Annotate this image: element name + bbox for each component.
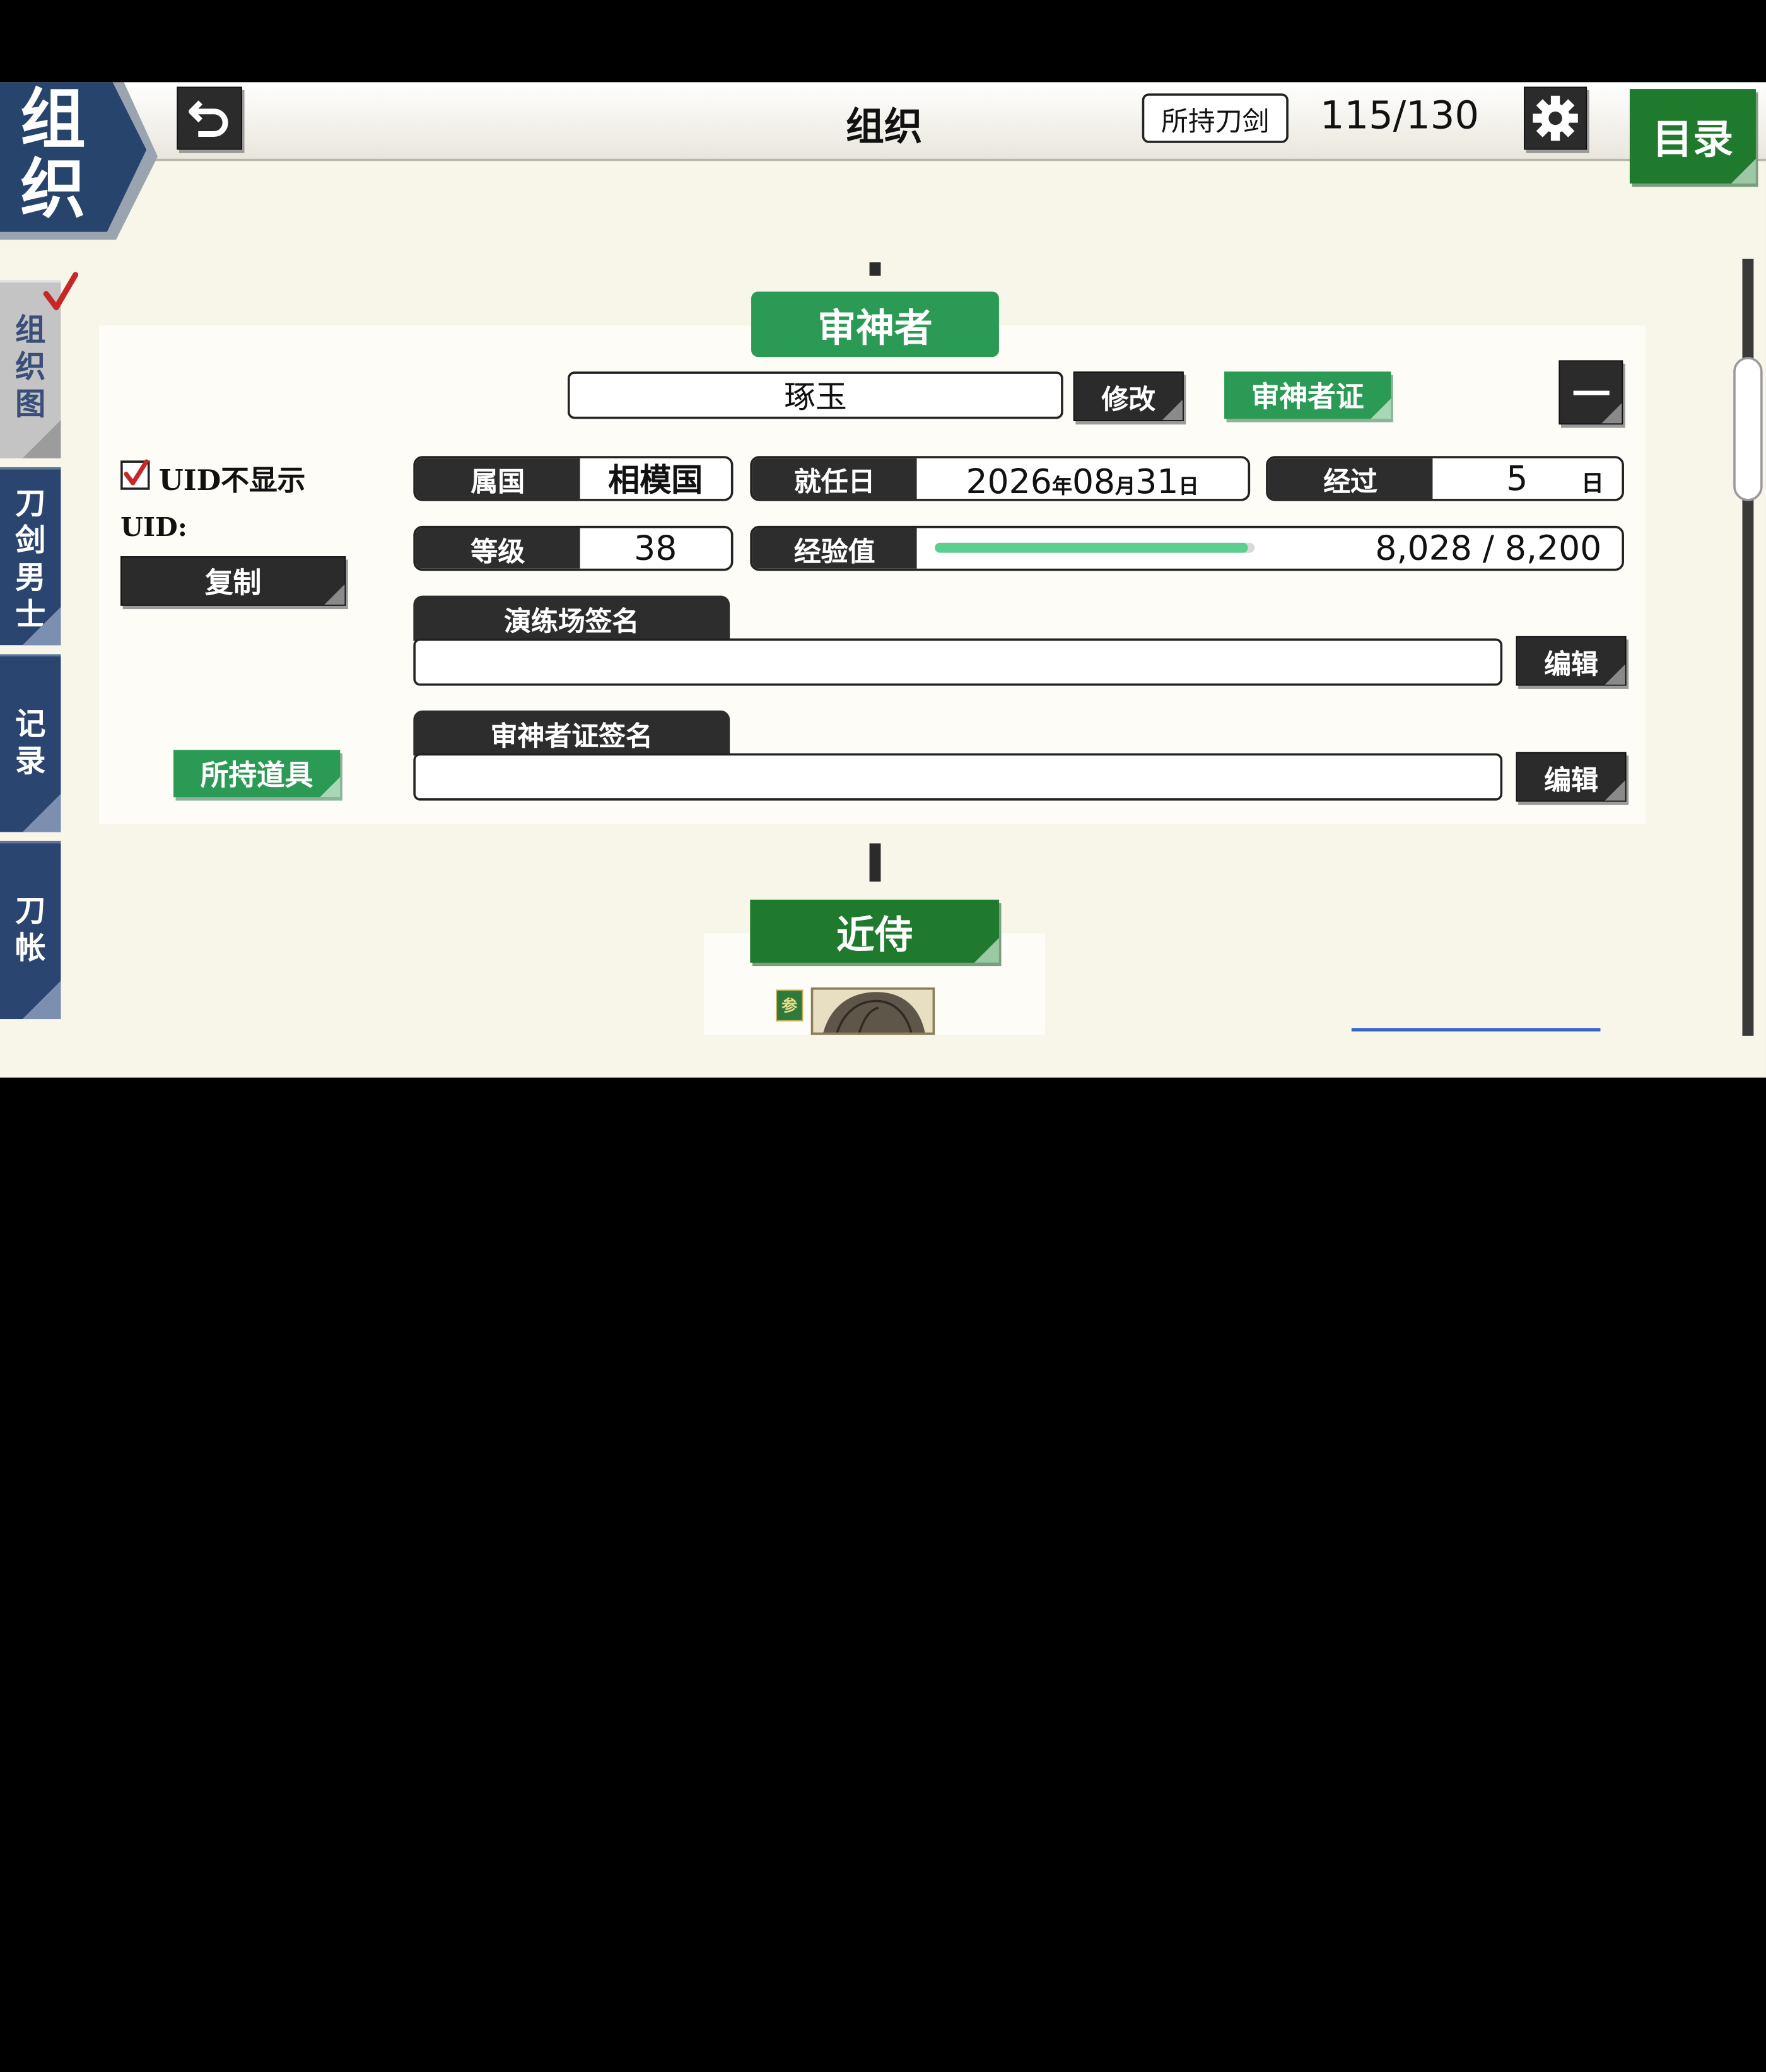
gear-icon	[1533, 95, 1578, 141]
province-field: 属国 相模国	[413, 456, 734, 501]
saniwa-card-button[interactable]: 审神者证	[1224, 371, 1391, 419]
training-signature-field	[413, 638, 1503, 686]
level-key: 等级	[415, 528, 580, 569]
appointed-month: 08	[1072, 462, 1116, 501]
uid-hide-label: UID不显示	[158, 463, 306, 497]
sidebar-item-records[interactable]: 记录	[0, 654, 61, 832]
elapsed-unit: 日	[1581, 469, 1604, 497]
appointed-day: 31	[1135, 462, 1179, 501]
level-value: 38	[634, 528, 677, 568]
uid-label: UID:	[120, 512, 187, 543]
level-field: 等级 38	[413, 525, 734, 571]
edit-card-signature-button[interactable]: 编辑	[1516, 752, 1627, 802]
owned-swords-badge: 所持刀剑	[1142, 93, 1289, 143]
connector-dot	[869, 262, 881, 276]
copy-uid-button[interactable]: 复制	[120, 556, 346, 606]
appointed-month-unit: 月	[1115, 475, 1136, 499]
checkmark-icon	[43, 272, 79, 310]
saniwa-name-field: 琢玉	[567, 371, 1063, 419]
scroll-thumb[interactable]	[1733, 357, 1763, 501]
connector-bar	[869, 843, 881, 882]
appointed-date-field: 就任日 2026 年 08 月 31 日	[750, 456, 1251, 501]
province-key: 属国	[415, 458, 580, 499]
attendant-hair-art	[823, 992, 925, 1033]
attendant-portrait[interactable]	[810, 987, 935, 1035]
training-signature-label: 演练场签名	[413, 595, 730, 641]
sidebar-item-label: 记录	[15, 707, 46, 779]
owned-swords-count: 115/130	[1319, 93, 1480, 139]
card-signature-label: 审神者证签名	[413, 710, 730, 756]
appointed-year-unit: 年	[1051, 475, 1072, 499]
experience-value: 8,028 / 8,200	[1375, 528, 1602, 568]
attendant-section-title: 近侍	[750, 899, 999, 963]
sidebar-item-sword-register[interactable]: 刀帐	[0, 841, 61, 1020]
appointed-key: 就任日	[752, 458, 917, 499]
experience-field: 经验值 8,028 / 8,200	[750, 525, 1624, 571]
province-value: 相模国	[608, 462, 703, 499]
minus-icon	[1572, 390, 1609, 395]
attendant-badge: 参	[776, 989, 804, 1021]
appointed-day-unit: 日	[1178, 475, 1199, 499]
experience-bar-fill	[935, 542, 1248, 553]
saniwa-section-title: 审神者	[751, 291, 999, 358]
settings-button[interactable]	[1524, 86, 1588, 150]
appointed-year: 2026	[966, 462, 1052, 501]
elapsed-key: 经过	[1268, 458, 1433, 499]
elapsed-value: 5	[1506, 458, 1528, 499]
sidebar-item-label: 组织图	[15, 313, 46, 422]
top-bar: 组织 所持刀剑 115/130	[0, 82, 1766, 161]
back-button[interactable]	[177, 86, 242, 150]
owned-items-button[interactable]: 所持道具	[173, 750, 341, 798]
game-screen: 组织 所持刀剑 115/130 目录 组织 组织图 刀剑男士 记录 刀帐 审神者…	[0, 82, 1766, 1078]
uid-hide-checkbox[interactable]	[120, 459, 150, 490]
corner-badge-title: 组织	[20, 82, 86, 228]
menu-button[interactable]: 目录	[1629, 89, 1756, 184]
page-title: 组织	[846, 105, 923, 150]
card-signature-field	[413, 753, 1503, 801]
experience-key: 经验值	[752, 528, 917, 569]
sidebar-item-sword-men[interactable]: 刀剑男士	[0, 467, 61, 646]
edit-training-signature-button[interactable]: 编辑	[1516, 636, 1627, 686]
appointed-value: 2026 年 08 月 31 日	[917, 458, 1248, 499]
experience-bar-track	[935, 542, 1255, 553]
elapsed-days-field: 经过 5 日	[1266, 456, 1624, 501]
collapse-button[interactable]: —	[1558, 360, 1623, 425]
sidebar-item-label: 刀帐	[15, 893, 46, 967]
blue-underline	[1351, 1028, 1601, 1032]
back-arrow-icon	[189, 100, 228, 137]
checkmark-icon	[124, 459, 149, 486]
edit-name-button[interactable]: 修改	[1073, 371, 1184, 421]
